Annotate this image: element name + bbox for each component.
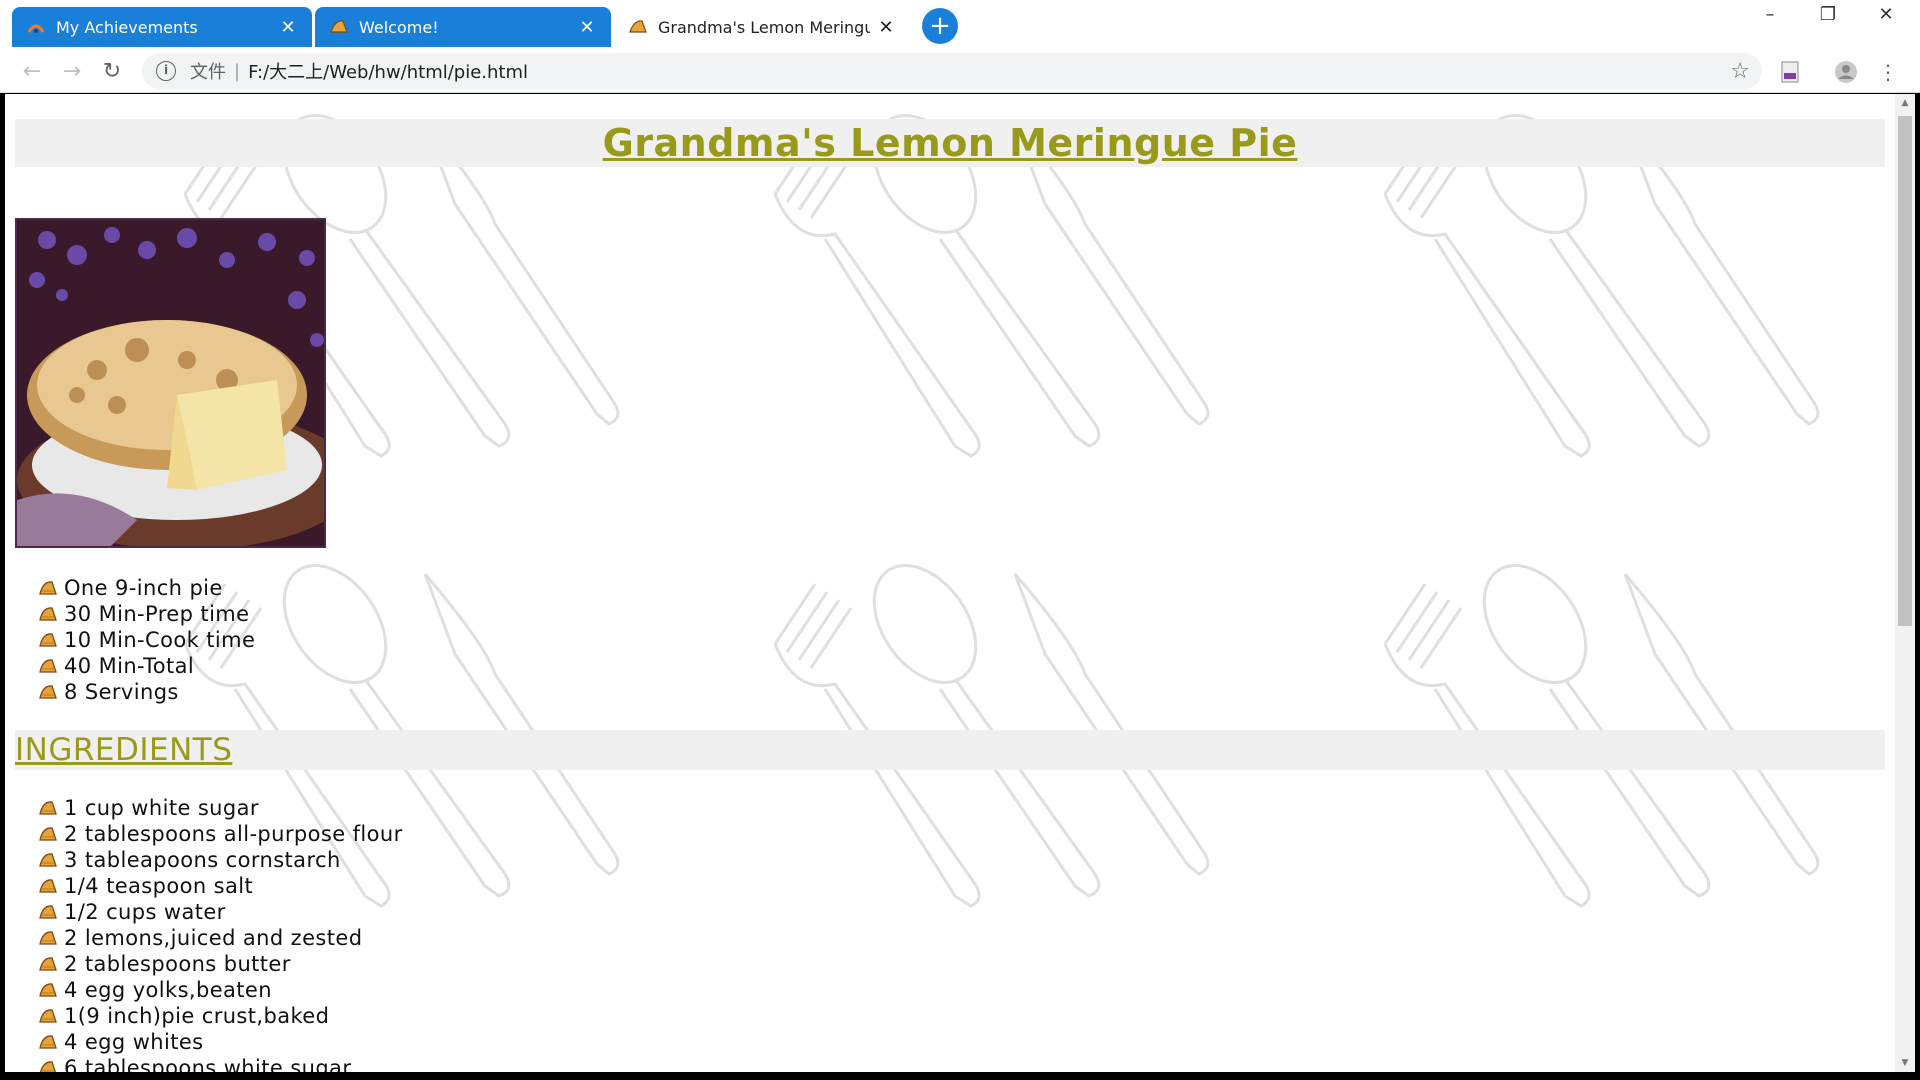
list-item-text: 3 tableapoons cornstarch: [64, 848, 341, 872]
close-icon[interactable]: ✕: [577, 17, 597, 38]
ingredients-list: 1 cup white sugar 2 tablespoons all-purpo…: [38, 795, 403, 1072]
reload-button[interactable]: ↻: [96, 57, 128, 87]
tab-welcome[interactable]: Welcome! ✕: [315, 7, 611, 47]
list-item-text: 4 egg whites: [64, 1030, 204, 1054]
list-item-text: 2 lemons,juiced and zested: [64, 926, 363, 950]
pie-bullet-icon: [39, 957, 57, 971]
pie-bullet-icon: [39, 879, 57, 893]
address-bar[interactable]: i 文件 | F:/大二上/Web/hw/html/pie.html ☆: [142, 53, 1762, 89]
scrollbar-thumb[interactable]: [1898, 116, 1912, 626]
list-item-text: 2 tablespoons butter: [64, 952, 291, 976]
forward-button[interactable]: →: [56, 57, 88, 87]
pie-bullet-icon: [39, 931, 57, 945]
list-item-text: 1 cup white sugar: [64, 796, 259, 820]
pie-bullet-icon: [39, 581, 57, 595]
list-item: 6 tablespoons white sugar: [38, 1055, 403, 1072]
list-item-text: 30 Min-Prep time: [64, 602, 250, 626]
list-item: 10 Min-Cook time: [38, 627, 255, 653]
scheme-label: 文件: [190, 62, 226, 83]
tab-my-achievements[interactable]: My Achievements ✕: [12, 7, 312, 47]
list-item-text: 8 Servings: [64, 680, 179, 704]
tab-label: My Achievements: [56, 17, 198, 37]
window-close-button[interactable]: ✕: [1858, 0, 1914, 32]
list-item-text: 2 tablespoons all-purpose flour: [64, 822, 403, 846]
minimize-button[interactable]: –: [1742, 0, 1798, 32]
tab-pie[interactable]: Grandma's Lemon Meringue P ✕: [614, 7, 910, 47]
pie-icon: [628, 17, 648, 37]
achievements-icon: [26, 17, 46, 37]
vertical-scrollbar[interactable]: ▲ ▼: [1895, 94, 1915, 1072]
back-button[interactable]: ←: [16, 57, 48, 87]
info-icon[interactable]: i: [156, 61, 176, 81]
window-left-edge: [0, 94, 5, 1072]
tab-label: Grandma's Lemon Meringue P: [658, 17, 870, 37]
list-item-text: 1/2 cups water: [64, 900, 226, 924]
tab-label: Welcome!: [359, 17, 439, 37]
page-title[interactable]: Grandma's Lemon Meringue Pie: [15, 119, 1885, 167]
scroll-up-arrow-icon[interactable]: ▲: [1895, 94, 1915, 112]
facts-list: One 9-inch pie 30 Min-Prep time 10 Min-Coo…: [38, 575, 255, 705]
pie-icon: [329, 17, 349, 37]
list-item: 2 tablespoons butter: [38, 951, 403, 977]
menu-kebab-icon[interactable]: ⋮: [1872, 57, 1904, 87]
title-band: Grandma's Lemon Meringue Pie: [15, 119, 1885, 167]
pie-bullet-icon: [39, 827, 57, 841]
list-item: 2 tablespoons all-purpose flour: [38, 821, 403, 847]
pdf-extension-icon[interactable]: [1774, 57, 1806, 87]
list-item-text: 1(9 inch)pie crust,baked: [64, 1004, 330, 1028]
list-item: 2 lemons,juiced and zested: [38, 925, 403, 951]
ingredients-band: INGREDIENTS: [15, 730, 1885, 770]
page-viewport: Grandma's Lemon Meringue Pie One 9-inch …: [5, 94, 1895, 1072]
new-tab-button[interactable]: +: [922, 8, 958, 44]
url-text[interactable]: F:/大二上/Web/hw/html/pie.html: [248, 58, 528, 84]
pie-bullet-icon: [39, 685, 57, 699]
list-item: One 9-inch pie: [38, 575, 255, 601]
pie-bullet-icon: [39, 607, 57, 621]
list-item: 3 tableapoons cornstarch: [38, 847, 403, 873]
close-icon[interactable]: ✕: [278, 17, 298, 38]
list-item-text: 4 egg yolks,beaten: [64, 978, 272, 1002]
list-item: 1(9 inch)pie crust,baked: [38, 1003, 403, 1029]
list-item: 40 Min-Total: [38, 653, 255, 679]
bookmark-star-icon[interactable]: ☆: [1730, 59, 1750, 84]
taskbar-strip: [0, 1072, 1920, 1080]
restore-button[interactable]: ❐: [1800, 0, 1856, 32]
browser-titlebar: My Achievements ✕ Welcome! ✕ Grandma's L…: [0, 0, 1920, 51]
pie-bullet-icon: [39, 801, 57, 815]
browser-toolbar: ← → ↻ i 文件 | F:/大二上/Web/hw/html/pie.html…: [0, 51, 1920, 93]
list-item: 4 egg whites: [38, 1029, 403, 1055]
scroll-down-arrow-icon[interactable]: ▼: [1895, 1054, 1915, 1072]
close-icon[interactable]: ✕: [876, 17, 896, 38]
list-item-text: 1/4 teaspoon salt: [64, 874, 254, 898]
page-content: Grandma's Lemon Meringue Pie One 9-inch …: [5, 94, 1895, 1072]
profile-avatar-icon[interactable]: [1830, 57, 1862, 87]
pie-bullet-icon: [39, 633, 57, 647]
ingredients-heading[interactable]: INGREDIENTS: [15, 730, 1885, 770]
list-item: 1/4 teaspoon salt: [38, 873, 403, 899]
list-item: 4 egg yolks,beaten: [38, 977, 403, 1003]
pie-image: [15, 218, 326, 548]
list-item-text: 40 Min-Total: [64, 654, 195, 678]
pie-bullet-icon: [39, 1061, 57, 1072]
list-item: 8 Servings: [38, 679, 255, 705]
list-item: 1 cup white sugar: [38, 795, 403, 821]
list-item-text: One 9-inch pie: [64, 576, 223, 600]
pie-bullet-icon: [39, 853, 57, 867]
list-item: 1/2 cups water: [38, 899, 403, 925]
pie-bullet-icon: [39, 905, 57, 919]
list-item-text: 10 Min-Cook time: [64, 628, 256, 652]
pie-bullet-icon: [39, 659, 57, 673]
list-item: 30 Min-Prep time: [38, 601, 255, 627]
pie-bullet-icon: [39, 1035, 57, 1049]
pie-bullet-icon: [39, 983, 57, 997]
scheme-separator: |: [234, 60, 241, 82]
pie-bullet-icon: [39, 1009, 57, 1023]
list-item-text: 6 tablespoons white sugar: [64, 1056, 352, 1072]
